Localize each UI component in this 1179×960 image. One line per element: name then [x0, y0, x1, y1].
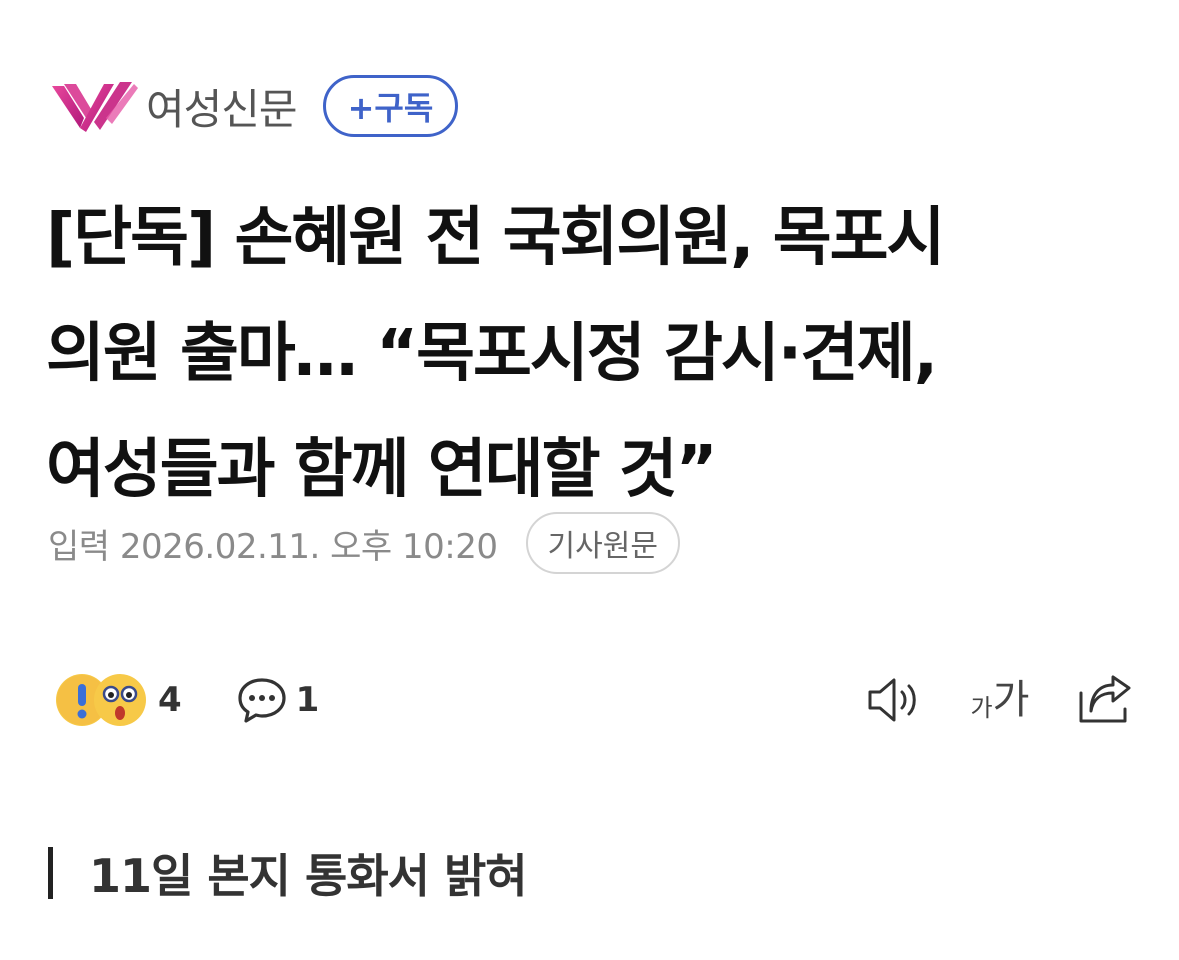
font-size-icon: 가 가	[971, 680, 1030, 720]
publisher-name: 여성신문	[146, 84, 298, 134]
comment-count: 1	[295, 680, 320, 720]
published-timestamp: 입력 2026.02.11. 오후 10:20	[48, 526, 498, 567]
speaker-icon	[868, 678, 916, 722]
article-actions: 4 1 가 가	[56, 668, 1136, 732]
font-size-small-glyph: 가	[970, 694, 993, 722]
reaction-emoji-stack	[56, 670, 148, 730]
publisher-logo[interactable]: 여성신문	[50, 76, 298, 137]
article-header: 여성신문 +구독	[50, 72, 459, 140]
font-size-button[interactable]: 가 가	[968, 668, 1032, 732]
article-tools: 가 가	[824, 668, 1136, 732]
reaction-count: 4	[158, 680, 182, 720]
publisher-logo-icon	[52, 82, 138, 132]
comments-button[interactable]: 1	[236, 674, 320, 726]
article-subheading: 11일 본지 통화서 밝혀	[48, 844, 528, 903]
original-article-button[interactable]: 기사원문	[525, 512, 680, 574]
comment-bubble-icon	[238, 678, 286, 723]
article-headline: [단독] 손혜원 전 국회의원, 목포시 의원 출마… “목포시정 감시·견제,…	[46, 201, 945, 507]
text-to-speech-button[interactable]	[864, 668, 928, 732]
share-button[interactable]	[1072, 668, 1136, 732]
share-icon	[1079, 675, 1131, 723]
subheading-text: 11일 본지 통화서 밝혀	[89, 849, 528, 903]
font-size-big-glyph: 가	[992, 677, 1030, 723]
article-meta: 입력 2026.02.11. 오후 10:20 기사원문	[48, 512, 680, 574]
reactions-button[interactable]: 4	[56, 670, 182, 730]
subheading-bar	[48, 847, 53, 899]
shocked-emoji-icon	[94, 674, 146, 726]
subscribe-button[interactable]: +구독	[322, 75, 459, 137]
